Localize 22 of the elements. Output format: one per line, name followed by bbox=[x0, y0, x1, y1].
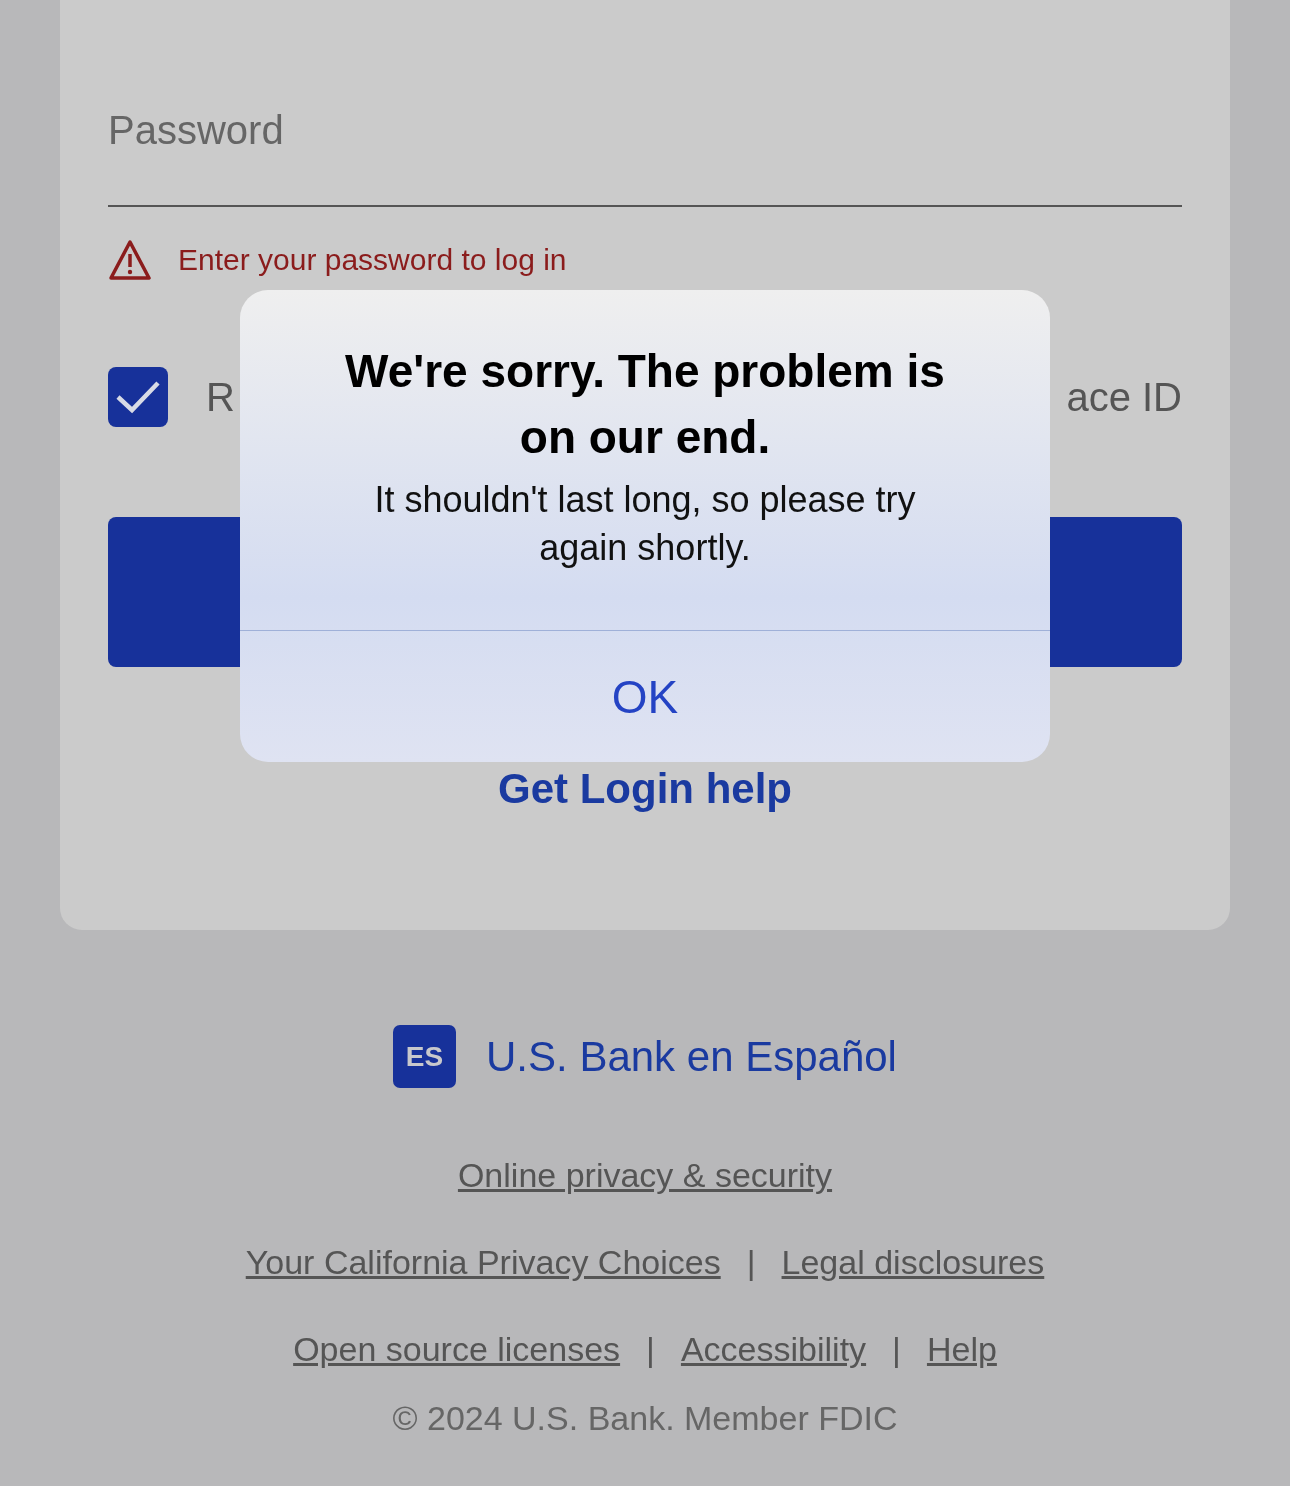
login-help-link[interactable]: Get Login help bbox=[498, 765, 792, 812]
footer-link[interactable]: Legal disclosures bbox=[781, 1243, 1045, 1282]
dialog-message: It shouldn't last long, so please try again shortly. bbox=[373, 478, 917, 570]
footer-link[interactable]: Open source licenses bbox=[293, 1330, 621, 1369]
footer-link[interactable]: Accessibility bbox=[680, 1330, 867, 1369]
warning-icon bbox=[108, 239, 152, 281]
language-badge: ES bbox=[393, 1025, 457, 1088]
password-field[interactable]: Password bbox=[108, 108, 1182, 207]
separator: | bbox=[892, 1330, 901, 1369]
checkbox-label: ace ID bbox=[1066, 374, 1182, 420]
checkbox-label: R bbox=[206, 374, 235, 420]
remember-checkbox[interactable] bbox=[108, 367, 168, 427]
spanish-link[interactable]: U.S. Bank en Español bbox=[486, 1032, 897, 1081]
footer-link[interactable]: Your California Privacy Choices bbox=[245, 1243, 721, 1282]
dialog-title: We're sorry. The problem is on our end. bbox=[344, 344, 946, 465]
copyright: © 2024 U.S. Bank. Member FDIC bbox=[391, 1399, 899, 1438]
footer-link[interactable]: Help bbox=[926, 1330, 997, 1369]
error-message: Enter your password to log in bbox=[178, 243, 567, 277]
footer-link[interactable]: Online privacy & security bbox=[457, 1156, 833, 1195]
ok-button[interactable]: OK bbox=[240, 630, 1050, 762]
separator: | bbox=[746, 1243, 756, 1282]
separator: | bbox=[646, 1330, 655, 1369]
